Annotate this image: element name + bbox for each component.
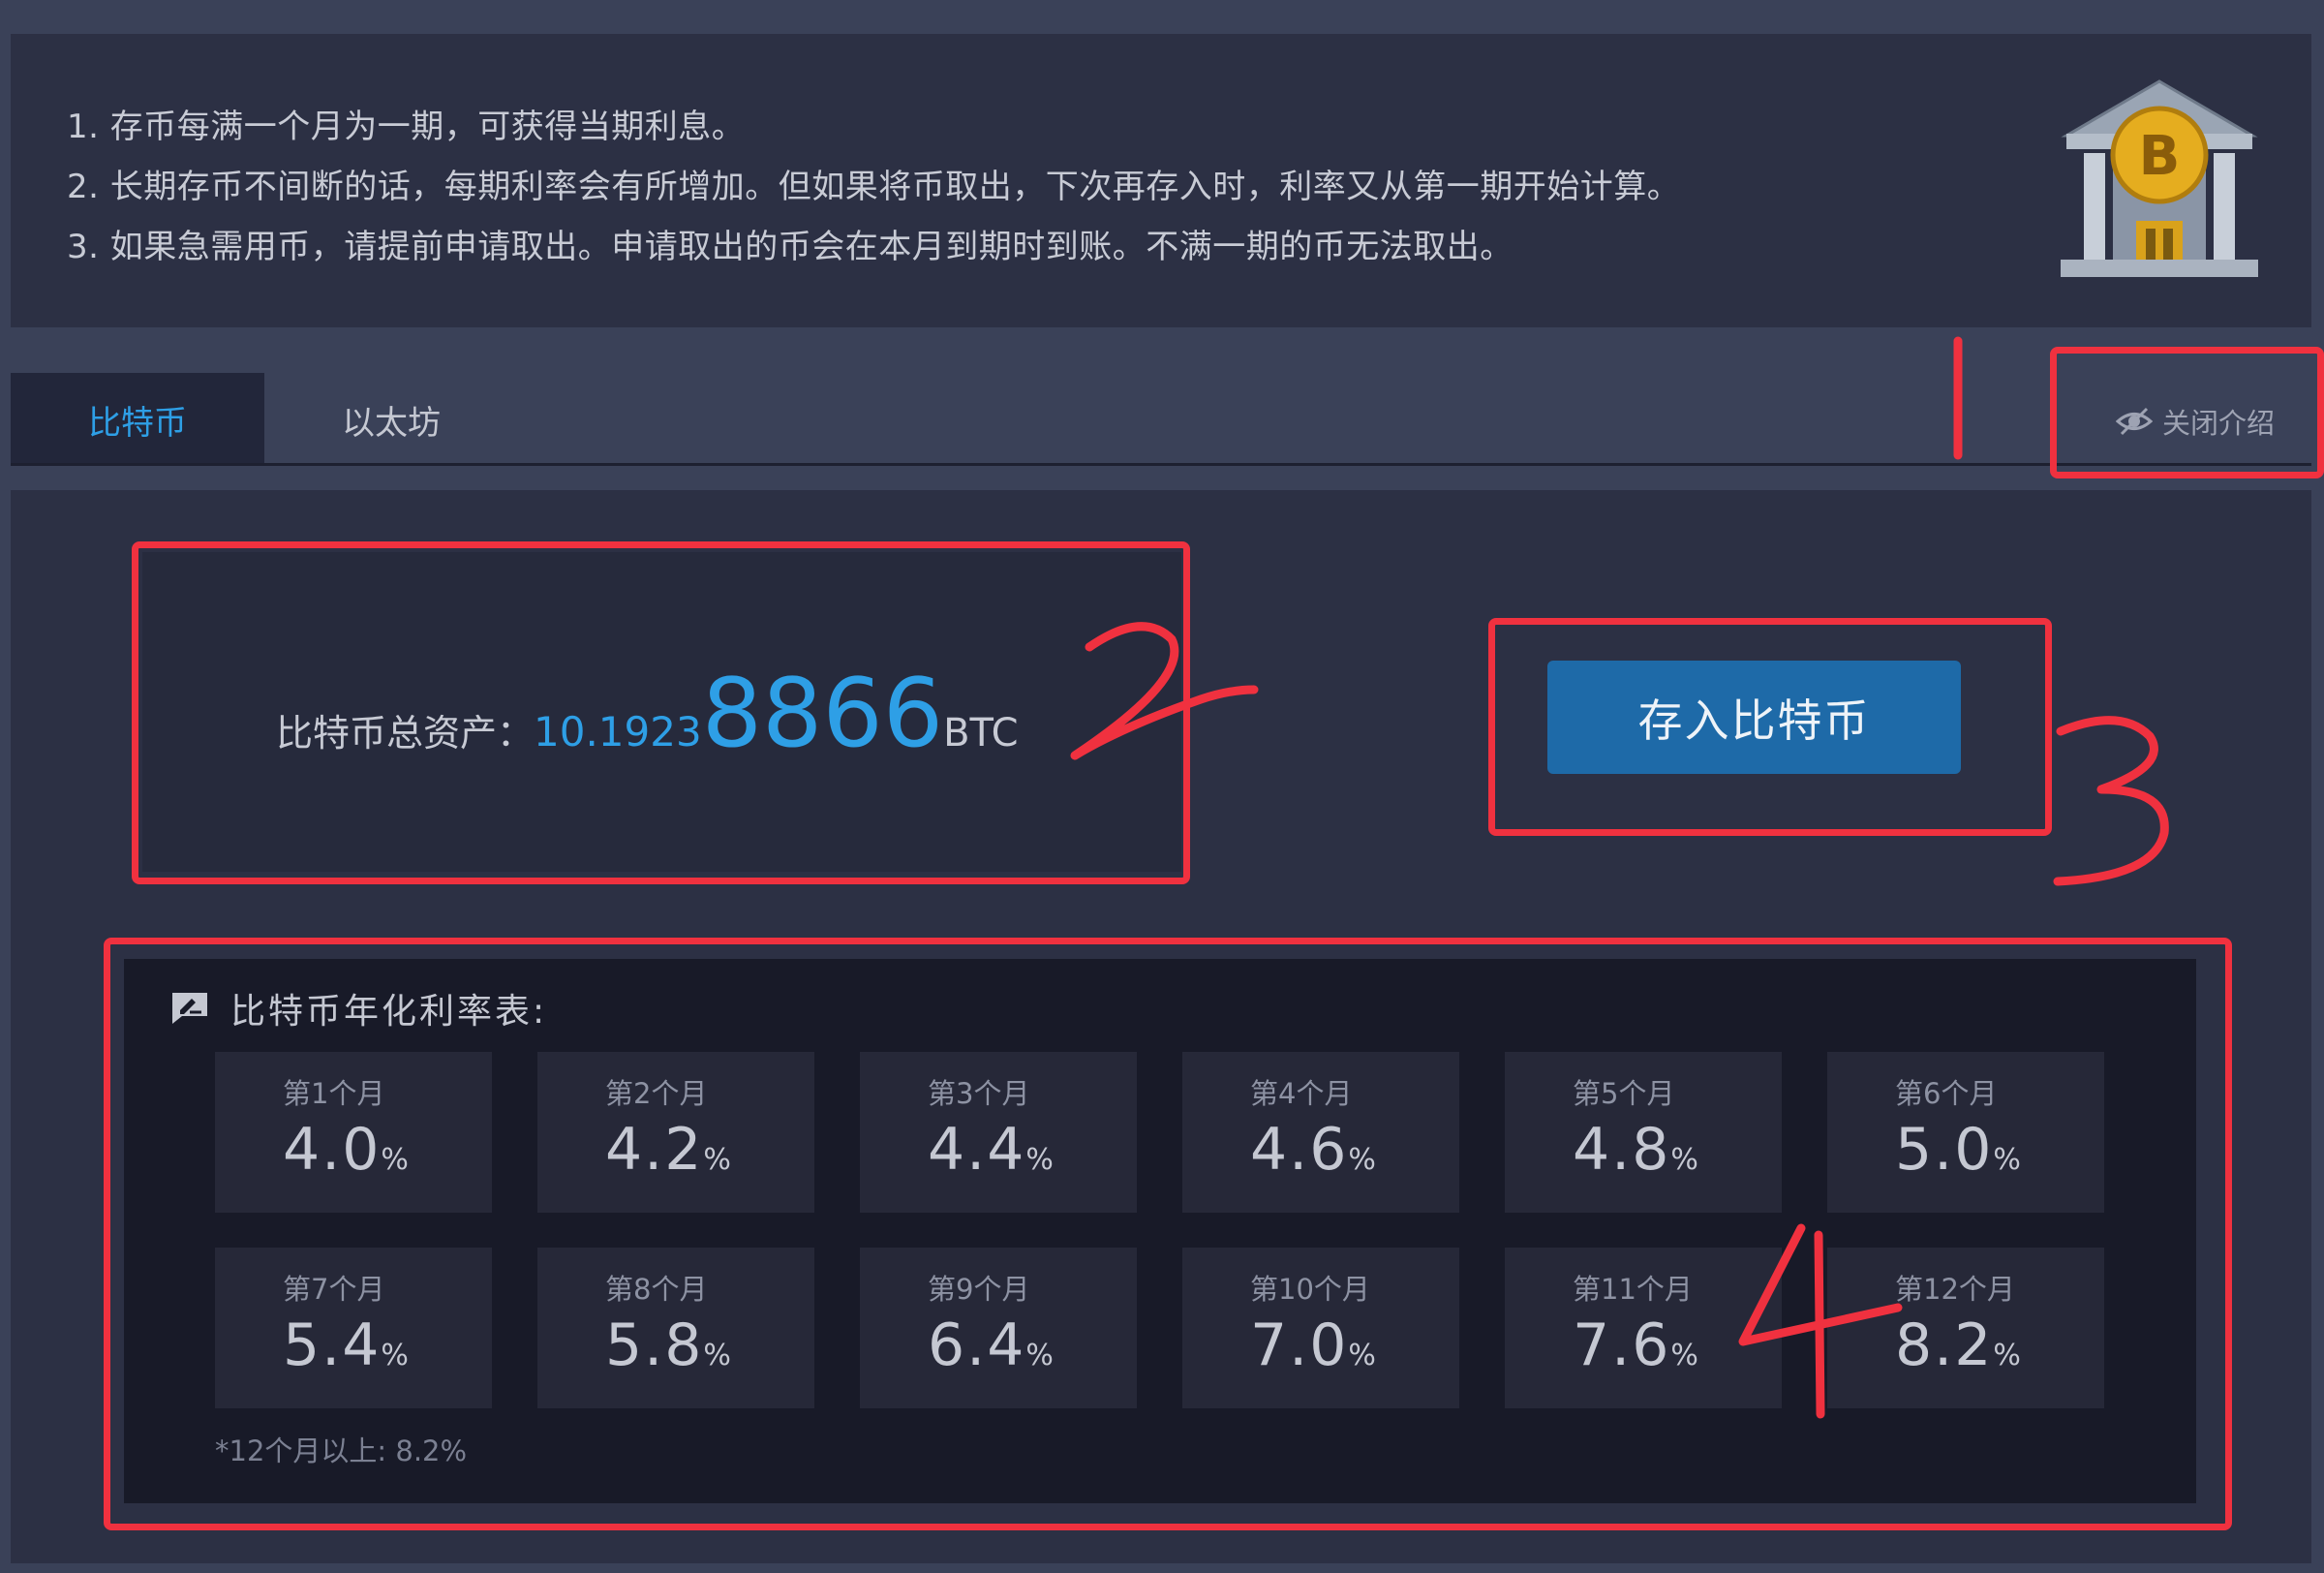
annotation-digit-4: [1738, 1223, 1903, 1419]
annotation-strokes: [1070, 336, 2169, 1419]
annotation-digit-2: [1070, 622, 1259, 760]
annotation-digit-3: [2053, 716, 2169, 886]
